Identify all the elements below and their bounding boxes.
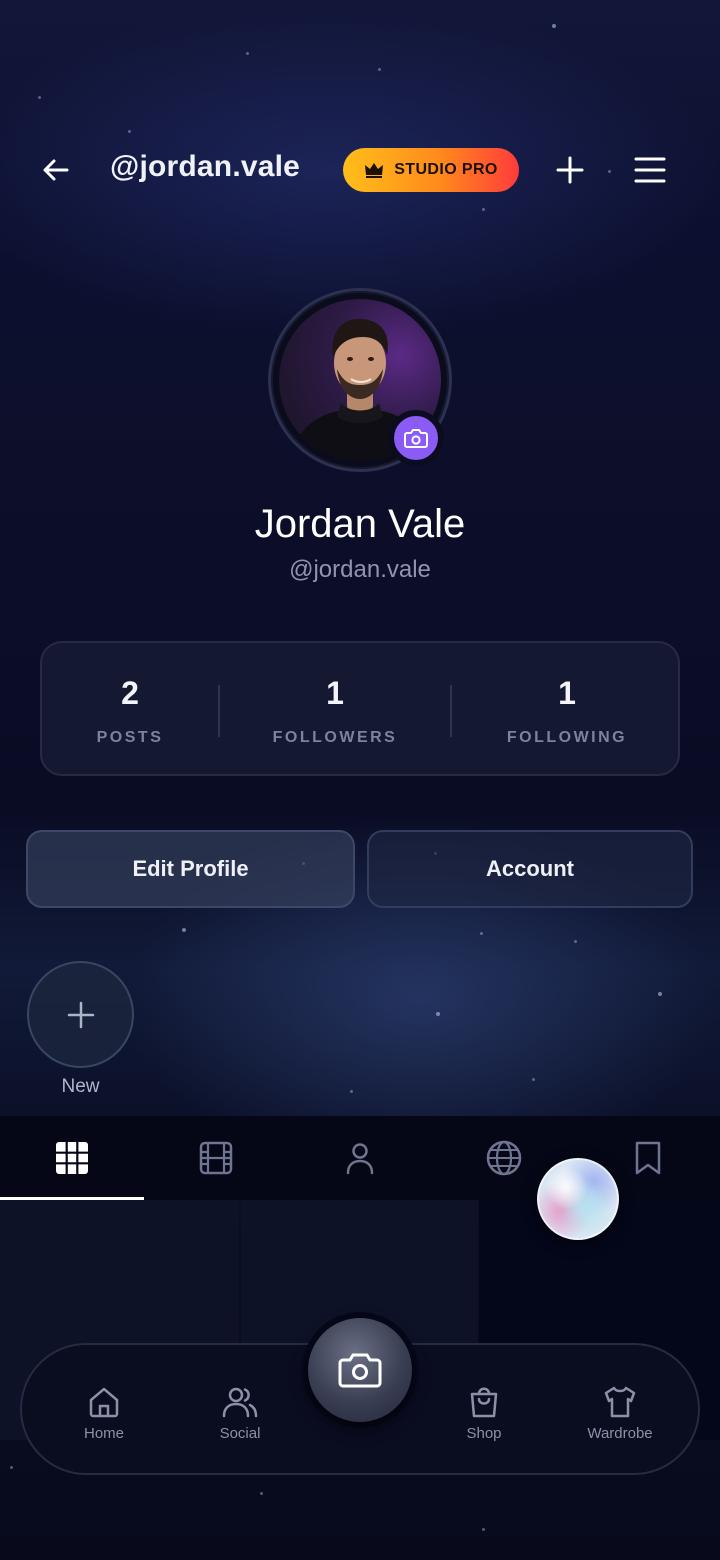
star-dot bbox=[260, 1492, 263, 1495]
plus-icon bbox=[67, 1001, 94, 1028]
stat-label: FOLLOWING bbox=[506, 729, 628, 746]
stat-posts[interactable]: 2 POSTS bbox=[42, 643, 218, 778]
shirt-icon bbox=[604, 1386, 636, 1418]
globe-icon bbox=[486, 1140, 522, 1176]
account-button[interactable]: Account bbox=[367, 830, 693, 908]
home-icon bbox=[89, 1387, 119, 1418]
hamburger-menu-icon bbox=[634, 157, 666, 183]
profile-name: Jordan Vale bbox=[254, 502, 466, 546]
stat-following[interactable]: 1 FOLLOWING bbox=[452, 643, 682, 778]
back-button[interactable] bbox=[36, 150, 76, 190]
nav-wardrobe[interactable]: Wardrobe bbox=[565, 1385, 675, 1447]
plus-icon bbox=[556, 156, 584, 184]
star-dot bbox=[482, 1528, 485, 1531]
stat-label: POSTS bbox=[96, 729, 164, 746]
create-button[interactable] bbox=[550, 150, 590, 190]
star-dot bbox=[246, 52, 249, 55]
edit-profile-button[interactable]: Edit Profile bbox=[26, 830, 355, 908]
camera-icon bbox=[338, 1353, 382, 1388]
star-dot bbox=[38, 96, 41, 99]
camera-button-inner bbox=[308, 1318, 412, 1422]
person-icon bbox=[346, 1143, 374, 1175]
stat-value: 1 bbox=[558, 675, 576, 711]
camera-capture-button[interactable] bbox=[302, 1312, 418, 1428]
tab-reels[interactable] bbox=[144, 1116, 288, 1200]
floating-assistant-orb[interactable] bbox=[537, 1158, 619, 1240]
badge-label: STUDIO PRO bbox=[394, 161, 498, 178]
nav-label: Home bbox=[83, 1425, 124, 1442]
star-dot bbox=[350, 1090, 353, 1093]
header-handle: @jordan.vale bbox=[110, 150, 301, 183]
new-highlight-button[interactable] bbox=[27, 961, 134, 1068]
crown-icon bbox=[365, 163, 384, 178]
tab-tagged[interactable] bbox=[288, 1116, 432, 1200]
stat-followers[interactable]: 1 FOLLOWERS bbox=[220, 643, 450, 778]
nav-label: Wardrobe bbox=[587, 1425, 653, 1442]
star-dot bbox=[378, 68, 381, 71]
change-photo-button[interactable] bbox=[388, 410, 444, 466]
profile-handle: @jordan.vale bbox=[289, 556, 431, 583]
nav-social[interactable]: Social bbox=[185, 1385, 295, 1447]
star-dot bbox=[182, 928, 186, 932]
tab-grid[interactable] bbox=[0, 1116, 144, 1200]
film-icon bbox=[199, 1141, 233, 1175]
nav-shop[interactable]: Shop bbox=[429, 1385, 539, 1447]
users-icon bbox=[222, 1387, 258, 1418]
nav-home[interactable]: Home bbox=[49, 1385, 159, 1447]
shopping-bag-icon bbox=[470, 1387, 498, 1418]
grid-icon bbox=[56, 1142, 88, 1174]
menu-button[interactable] bbox=[630, 150, 670, 190]
stat-value: 2 bbox=[121, 675, 139, 711]
nav-label: Social bbox=[219, 1425, 261, 1442]
stats-card: 2 POSTS 1 FOLLOWERS 1 FOLLOWING bbox=[40, 641, 680, 776]
arrow-left-icon bbox=[43, 159, 69, 181]
bookmark-icon bbox=[635, 1141, 661, 1175]
stat-value: 1 bbox=[326, 675, 344, 711]
nav-label: Shop bbox=[466, 1425, 502, 1442]
studio-pro-badge[interactable]: STUDIO PRO bbox=[343, 148, 519, 192]
new-highlight-label: New bbox=[61, 1076, 100, 1097]
star-dot bbox=[436, 1012, 440, 1016]
camera-icon bbox=[404, 429, 428, 448]
stat-label: FOLLOWERS bbox=[272, 729, 398, 746]
star-dot bbox=[480, 932, 483, 935]
star-dot bbox=[658, 992, 662, 996]
star-dot bbox=[552, 24, 556, 28]
star-dot bbox=[532, 1078, 535, 1081]
star-dot bbox=[10, 1466, 13, 1469]
top-header: @jordan.vale STUDIO PRO bbox=[0, 120, 720, 220]
star-dot bbox=[574, 940, 577, 943]
